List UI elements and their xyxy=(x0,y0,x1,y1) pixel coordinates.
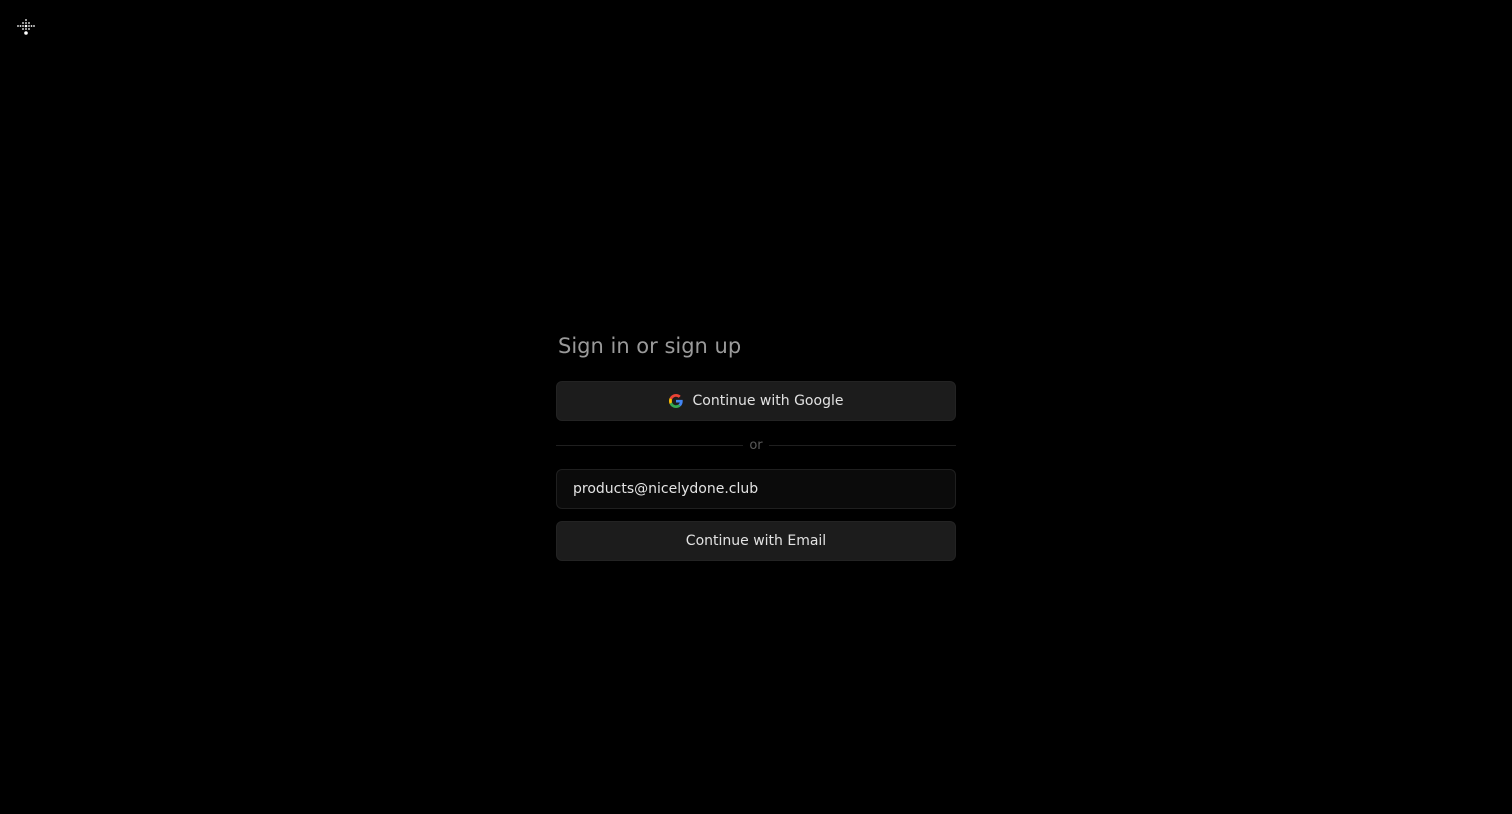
divider-line-left xyxy=(556,444,744,446)
dots-logo-icon[interactable] xyxy=(16,17,36,37)
divider-text: or xyxy=(749,437,763,453)
continue-with-google-button[interactable]: Continue with Google xyxy=(556,381,956,421)
logo-svg xyxy=(17,19,35,35)
page-title: Sign in or sign up xyxy=(558,334,742,358)
google-icon xyxy=(668,394,683,408)
divider-line-right xyxy=(768,444,956,446)
email-button-label: Continue with Email xyxy=(685,533,827,549)
email-input[interactable] xyxy=(556,469,956,509)
sign-in-card: Sign in or sign up Continue with Google … xyxy=(556,330,956,561)
or-divider: or xyxy=(556,429,956,461)
google-button-label: Continue with Google xyxy=(692,393,844,409)
continue-with-email-button[interactable]: Continue with Email xyxy=(556,521,956,561)
sign-in-page: Sign in or sign up Continue with Google … xyxy=(0,0,1512,814)
